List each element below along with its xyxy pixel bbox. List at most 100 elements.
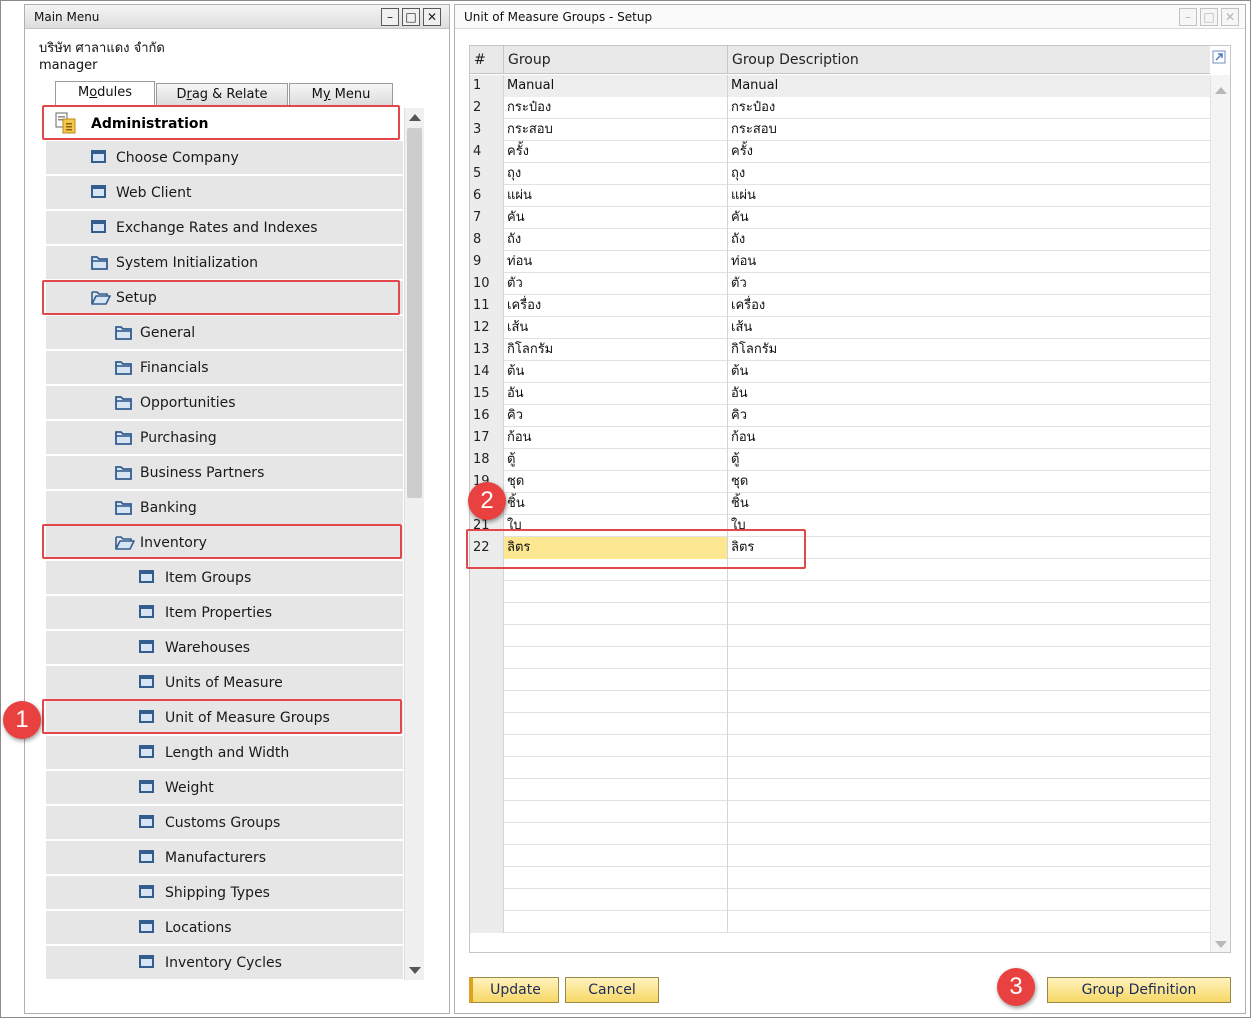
tab-my-menu[interactable]: My Menu: [289, 83, 393, 105]
group-cell[interactable]: คัน: [504, 207, 728, 229]
table-row[interactable]: 13 กิโลกรัม กิโลกรัม: [470, 339, 1210, 361]
empty-row[interactable]: [470, 845, 1210, 867]
group-description-cell[interactable]: คัน: [728, 207, 1210, 229]
column-header-number[interactable]: #: [470, 46, 504, 74]
group-cell[interactable]: [504, 779, 728, 801]
group-description-cell[interactable]: กระป๋อง: [728, 97, 1210, 119]
group-description-cell[interactable]: ถุง: [728, 163, 1210, 185]
column-header-group[interactable]: Group: [504, 46, 728, 74]
table-row[interactable]: 14 ต้น ต้น: [470, 361, 1210, 383]
table-row[interactable]: 22 ลิตร ลิตร: [470, 537, 1210, 559]
tab-modules[interactable]: Modules: [55, 81, 155, 105]
group-cell[interactable]: ใบ: [504, 515, 728, 537]
menu-item-choose-company[interactable]: Choose Company: [46, 141, 403, 175]
scroll-up-icon[interactable]: [1215, 87, 1227, 94]
group-description-cell[interactable]: [728, 801, 1210, 823]
group-description-cell[interactable]: ลิตร: [728, 537, 1210, 559]
close-icon[interactable]: ✕: [1221, 8, 1239, 26]
empty-row[interactable]: [470, 757, 1210, 779]
maximize-icon[interactable]: □: [402, 8, 420, 26]
table-row[interactable]: 12 เส้น เส้น: [470, 317, 1210, 339]
group-cell[interactable]: เครื่อง: [504, 295, 728, 317]
menu-item-inventory-cycles[interactable]: Inventory Cycles: [46, 946, 403, 980]
empty-row[interactable]: [470, 779, 1210, 801]
group-cell[interactable]: กิโลกรัม: [504, 339, 728, 361]
group-cell[interactable]: [504, 889, 728, 911]
update-button[interactable]: Update: [469, 977, 559, 1003]
menu-item-shipping-types[interactable]: Shipping Types: [46, 876, 403, 910]
table-row[interactable]: 10 ตัว ตัว: [470, 273, 1210, 295]
group-description-cell[interactable]: [728, 823, 1210, 845]
scroll-down-icon[interactable]: [1215, 941, 1227, 948]
group-cell[interactable]: [504, 713, 728, 735]
menu-item-locations[interactable]: Locations: [46, 911, 403, 945]
table-row[interactable]: 3 กระสอบ กระสอบ: [470, 119, 1210, 141]
group-description-cell[interactable]: ถัง: [728, 229, 1210, 251]
minimize-icon[interactable]: –: [381, 8, 399, 26]
menu-item-financials[interactable]: Financials: [46, 351, 403, 385]
group-cell[interactable]: [504, 669, 728, 691]
table-row[interactable]: 19 ชุด ชุด: [470, 471, 1210, 493]
group-description-cell[interactable]: [728, 735, 1210, 757]
main-menu-scrollbar[interactable]: [404, 108, 424, 980]
menu-item-length-and-width[interactable]: Length and Width: [46, 736, 403, 770]
group-cell[interactable]: อัน: [504, 383, 728, 405]
empty-row[interactable]: [470, 603, 1210, 625]
table-row[interactable]: 20ชิ้นชิ้น: [470, 493, 1210, 515]
group-description-cell[interactable]: เครื่อง: [728, 295, 1210, 317]
empty-row[interactable]: [470, 867, 1210, 889]
group-cell[interactable]: แผ่น: [504, 185, 728, 207]
group-cell[interactable]: [504, 735, 728, 757]
group-description-cell[interactable]: อัน: [728, 383, 1210, 405]
menu-item-item-groups[interactable]: Item Groups: [46, 561, 403, 595]
menu-item-exchange-rates-and-indexes[interactable]: Exchange Rates and Indexes: [46, 211, 403, 245]
empty-row[interactable]: [470, 691, 1210, 713]
group-cell[interactable]: ถัง: [504, 229, 728, 251]
menu-item-manufacturers[interactable]: Manufacturers: [46, 841, 403, 875]
table-row[interactable]: 18 ตู้ ตู้: [470, 449, 1210, 471]
menu-item-system-initialization[interactable]: System Initialization: [46, 246, 403, 280]
group-cell[interactable]: ตู้: [504, 449, 728, 471]
menu-item-weight[interactable]: Weight: [46, 771, 403, 805]
group-definition-button[interactable]: Group Definition: [1047, 977, 1231, 1003]
group-cell[interactable]: ก้อน: [504, 427, 728, 449]
tab-drag-relate[interactable]: Drag & Relate: [156, 83, 288, 105]
menu-item-administration[interactable]: Administration: [46, 106, 403, 141]
minimize-icon[interactable]: –: [1179, 8, 1197, 26]
group-description-cell[interactable]: กระสอบ: [728, 119, 1210, 141]
group-cell[interactable]: [504, 603, 728, 625]
group-description-cell[interactable]: [728, 867, 1210, 889]
group-cell[interactable]: [504, 911, 728, 933]
group-description-cell[interactable]: [728, 559, 1210, 581]
table-row[interactable]: 6 แผ่น แผ่น: [470, 185, 1210, 207]
group-cell[interactable]: ถุง: [504, 163, 728, 185]
empty-row[interactable]: [470, 625, 1210, 647]
group-description-cell[interactable]: แผ่น: [728, 185, 1210, 207]
menu-item-purchasing[interactable]: Purchasing: [46, 421, 403, 455]
group-cell[interactable]: [504, 647, 728, 669]
table-row[interactable]: 16 คิว คิว: [470, 405, 1210, 427]
menu-item-business-partners[interactable]: Business Partners: [46, 456, 403, 490]
menu-item-opportunities[interactable]: Opportunities: [46, 386, 403, 420]
close-icon[interactable]: ✕: [423, 8, 441, 26]
table-row[interactable]: 15 อัน อัน: [470, 383, 1210, 405]
group-description-cell[interactable]: [728, 691, 1210, 713]
group-description-cell[interactable]: [728, 669, 1210, 691]
group-description-cell[interactable]: [728, 647, 1210, 669]
scroll-up-icon[interactable]: [409, 114, 421, 121]
group-description-cell[interactable]: [728, 581, 1210, 603]
empty-row[interactable]: [470, 669, 1210, 691]
group-cell[interactable]: ครั้ง: [504, 141, 728, 163]
group-description-cell[interactable]: [728, 911, 1210, 933]
group-description-cell[interactable]: Manual: [728, 75, 1210, 97]
cancel-button[interactable]: Cancel: [565, 977, 659, 1003]
group-description-cell[interactable]: ตัว: [728, 273, 1210, 295]
scroll-down-icon[interactable]: [409, 967, 421, 974]
table-row[interactable]: 11 เครื่อง เครื่อง: [470, 295, 1210, 317]
group-cell[interactable]: กระสอบ: [504, 119, 728, 141]
empty-row[interactable]: [470, 735, 1210, 757]
empty-row[interactable]: [470, 647, 1210, 669]
group-cell[interactable]: [504, 801, 728, 823]
table-row[interactable]: 5 ถุง ถุง: [470, 163, 1210, 185]
menu-item-general[interactable]: General: [46, 316, 403, 350]
